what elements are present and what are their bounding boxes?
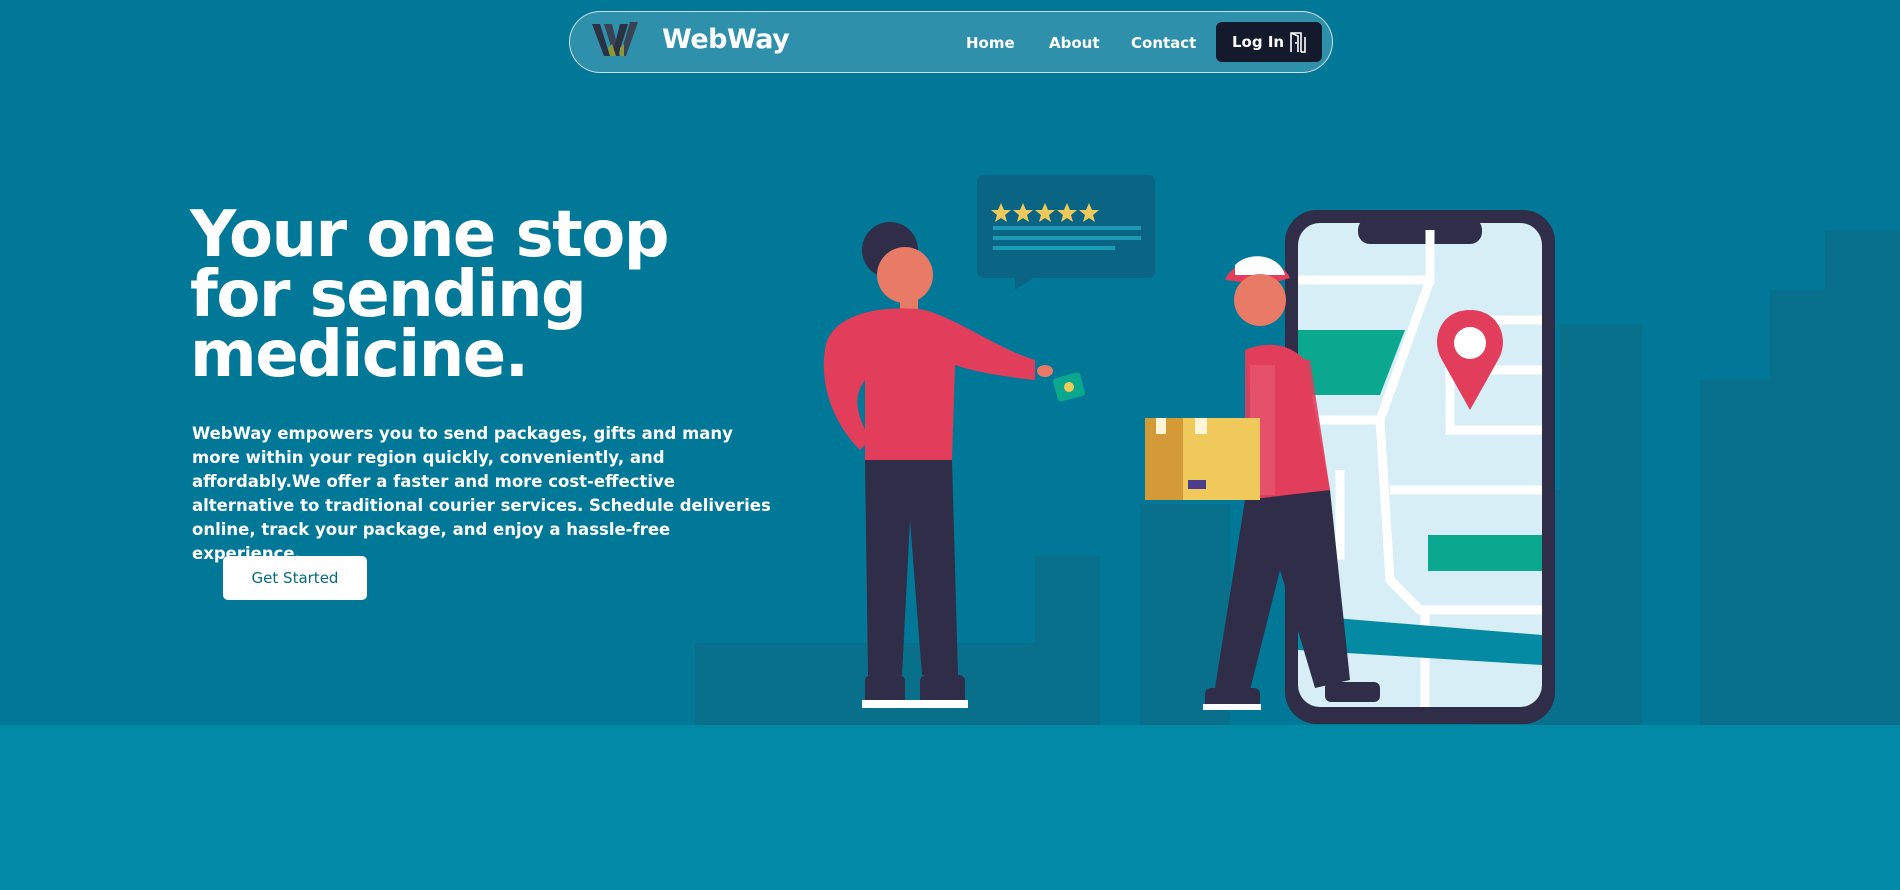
- login-button[interactable]: Log In: [1216, 22, 1322, 62]
- login-label: Log In: [1232, 33, 1285, 51]
- navbar: WebWay Home About Contact Log In: [569, 11, 1333, 73]
- webway-logo-icon[interactable]: [590, 20, 640, 60]
- nav-contact-link[interactable]: Contact: [1131, 34, 1196, 52]
- door-icon: [1290, 32, 1306, 53]
- review-bubble: [977, 175, 1155, 290]
- get-started-button[interactable]: Get Started: [223, 556, 367, 600]
- nav-home-link[interactable]: Home: [966, 34, 1015, 52]
- hero-section: WebWay Home About Contact Log In Your on…: [0, 0, 1900, 725]
- brand-name: WebWay: [662, 24, 790, 55]
- nav-about-link[interactable]: About: [1049, 34, 1100, 52]
- hero-title: Your one stop for sending medicine.: [190, 198, 670, 392]
- lower-band: [0, 725, 1900, 890]
- delivery-illustration: [695, 175, 1900, 725]
